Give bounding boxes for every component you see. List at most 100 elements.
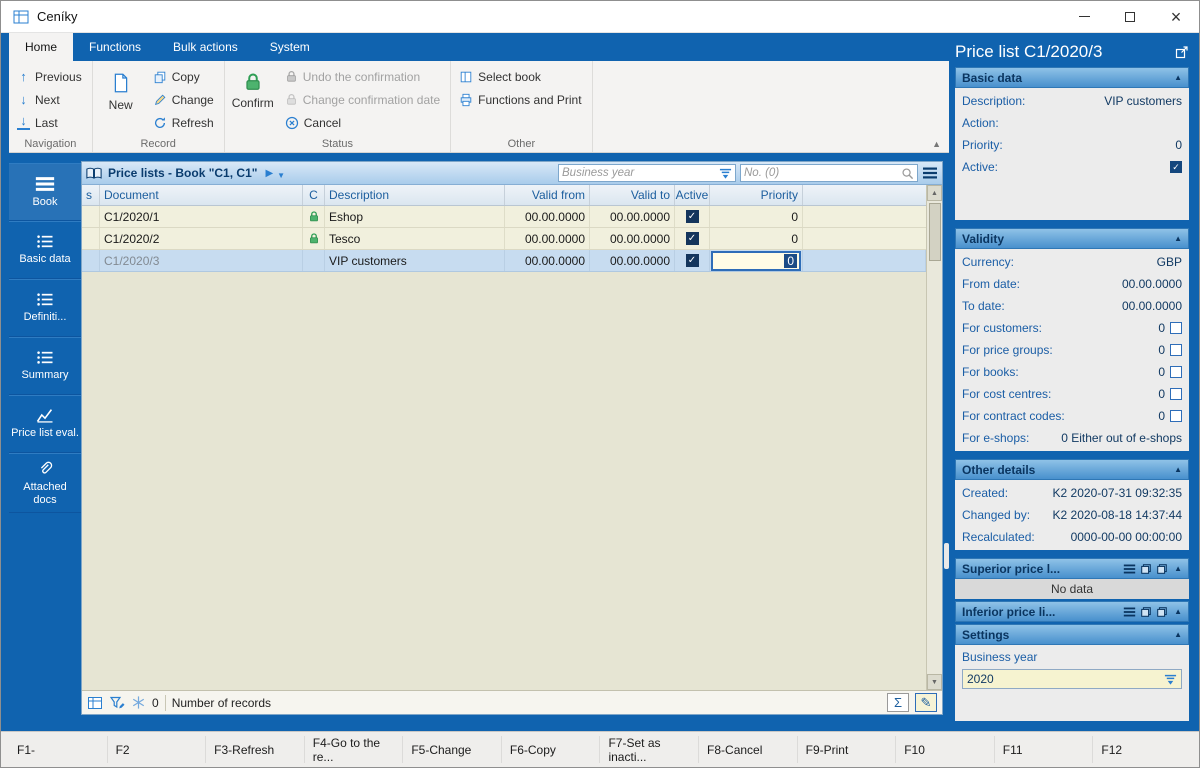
fn-key-f5[interactable]: F5-Change bbox=[403, 736, 502, 763]
fn-key-f12[interactable]: F12 bbox=[1093, 736, 1191, 763]
sidebar-item-price-list-eval[interactable]: Price list eval. bbox=[9, 395, 81, 453]
business-year-input[interactable] bbox=[562, 167, 716, 179]
ribbon-collapse-chevron[interactable]: ▲ bbox=[932, 139, 941, 149]
column-header-valid-from[interactable]: Valid from bbox=[505, 185, 590, 205]
chevron-up-icon[interactable]: ▲ bbox=[1174, 607, 1182, 616]
fn-key-f7[interactable]: F7-Set as inacti... bbox=[600, 736, 700, 764]
chevron-up-icon[interactable]: ▲ bbox=[1174, 234, 1182, 243]
column-header-s[interactable]: s bbox=[82, 185, 100, 205]
sidebar-item-attached-docs[interactable]: Attached docs bbox=[9, 453, 81, 514]
section-header-basic-data[interactable]: Basic data ▲ bbox=[955, 67, 1189, 88]
priority-cell-editing[interactable]: 0 bbox=[710, 250, 803, 271]
confirm-button[interactable]: Confirm bbox=[227, 65, 279, 136]
sidebar-item-book[interactable]: Book bbox=[9, 163, 81, 221]
tab-bulk-actions[interactable]: Bulk actions bbox=[157, 33, 254, 61]
undock-icon[interactable] bbox=[1175, 45, 1189, 59]
section-header-settings[interactable]: Settings ▲ bbox=[955, 624, 1189, 645]
scroll-up-button[interactable]: ▲ bbox=[927, 185, 942, 201]
copy-button[interactable]: Copy bbox=[147, 65, 222, 88]
snowflake-icon[interactable] bbox=[131, 695, 146, 710]
tab-functions[interactable]: Functions bbox=[73, 33, 157, 61]
fn-key-f10[interactable]: F10 bbox=[896, 736, 995, 763]
scroll-down-button[interactable]: ▼ bbox=[927, 674, 942, 690]
active-checkbox[interactable] bbox=[685, 254, 699, 267]
active-checkbox[interactable] bbox=[685, 232, 699, 245]
change-confirmation-date-button[interactable]: Change confirmation date bbox=[279, 88, 448, 111]
browse-view-icon[interactable] bbox=[87, 695, 103, 711]
magnifier-icon[interactable] bbox=[901, 167, 914, 180]
hamburger-icon[interactable] bbox=[922, 167, 938, 179]
column-header-confirmed[interactable]: C bbox=[303, 185, 325, 205]
table-row[interactable]: C1/2020/2 Tesco 00.00.0000 00.00.0000 0 bbox=[82, 228, 926, 250]
sidebar-item-summary[interactable]: Summary bbox=[9, 337, 81, 395]
tab-home[interactable]: Home bbox=[9, 33, 74, 61]
fn-key-f2[interactable]: F2 bbox=[108, 736, 207, 763]
hamburger-icon[interactable] bbox=[1123, 564, 1136, 574]
for-customers-checkbox[interactable] bbox=[1170, 322, 1182, 334]
copy-icon[interactable] bbox=[1140, 563, 1152, 575]
business-year-select[interactable]: 2020 bbox=[962, 669, 1182, 689]
sidebar-item-basic-data[interactable]: Basic data bbox=[9, 221, 81, 279]
previous-button[interactable]: ↑ Previous bbox=[11, 65, 90, 88]
section-header-validity[interactable]: Validity ▲ bbox=[955, 228, 1189, 249]
cancel-button[interactable]: Cancel bbox=[279, 111, 448, 134]
copy-icon[interactable] bbox=[1156, 563, 1168, 575]
section-header-superior[interactable]: Superior price l... ▲ bbox=[955, 558, 1189, 579]
new-button[interactable]: New bbox=[95, 65, 147, 136]
select-book-button[interactable]: Select book bbox=[453, 65, 589, 88]
for-contract-codes-checkbox[interactable] bbox=[1170, 410, 1182, 422]
column-header-document[interactable]: Document bbox=[100, 185, 303, 205]
fn-key-f6[interactable]: F6-Copy bbox=[502, 736, 601, 763]
active-checkbox[interactable] bbox=[685, 210, 699, 223]
business-year-filter[interactable] bbox=[558, 164, 736, 182]
close-button[interactable]: × bbox=[1153, 1, 1199, 32]
column-header-active[interactable]: Active bbox=[675, 185, 710, 205]
table-row[interactable]: C1/2020/1 Eshop 00.00.0000 00.00.0000 0 bbox=[82, 206, 926, 228]
number-filter[interactable] bbox=[740, 164, 918, 182]
fn-key-f1[interactable]: F1- bbox=[9, 736, 108, 763]
play-icon[interactable]: ▶ bbox=[265, 168, 273, 179]
chevron-up-icon[interactable]: ▲ bbox=[1174, 73, 1182, 82]
table-row-selected[interactable]: C1/2020/3 VIP customers 00.00.0000 00.00… bbox=[82, 250, 926, 272]
last-button[interactable]: ↓ Last bbox=[11, 111, 90, 134]
maximize-button[interactable] bbox=[1107, 1, 1153, 32]
next-button[interactable]: ↓ Next bbox=[11, 88, 90, 111]
caret-down-icon[interactable]: ▼ bbox=[277, 171, 285, 180]
hamburger-icon[interactable] bbox=[1123, 607, 1136, 617]
scrollbar-thumb[interactable] bbox=[928, 203, 941, 261]
chevron-up-icon[interactable]: ▲ bbox=[1174, 564, 1182, 573]
copy-icon[interactable] bbox=[1140, 606, 1152, 618]
for-books-checkbox[interactable] bbox=[1170, 366, 1182, 378]
chevron-up-icon[interactable]: ▲ bbox=[1174, 630, 1182, 639]
filter-dropdown-icon[interactable] bbox=[1164, 673, 1177, 686]
tab-system[interactable]: System bbox=[254, 33, 326, 61]
for-cost-centres-checkbox[interactable] bbox=[1170, 388, 1182, 400]
vertical-scrollbar[interactable]: ▲ ▼ bbox=[926, 185, 942, 690]
section-header-inferior[interactable]: Inferior price li... ▲ bbox=[955, 601, 1189, 622]
sum-button[interactable]: Σ bbox=[887, 693, 909, 712]
column-header-valid-to[interactable]: Valid to bbox=[590, 185, 675, 205]
refresh-button[interactable]: Refresh bbox=[147, 111, 222, 134]
fn-key-f9[interactable]: F9-Print bbox=[798, 736, 897, 763]
edit-mode-indicator[interactable]: ✎ bbox=[915, 693, 937, 712]
column-header-description[interactable]: Description bbox=[325, 185, 505, 205]
fn-key-f4[interactable]: F4-Go to the re... bbox=[305, 736, 404, 764]
number-input[interactable] bbox=[744, 167, 898, 179]
copy-icon[interactable] bbox=[1156, 606, 1168, 618]
fn-key-f3[interactable]: F3-Refresh bbox=[206, 736, 305, 763]
minimize-button[interactable] bbox=[1061, 1, 1107, 32]
chevron-up-icon[interactable]: ▲ bbox=[1174, 465, 1182, 474]
for-price-groups-checkbox[interactable] bbox=[1170, 344, 1182, 356]
sidebar-item-definitions[interactable]: Definiti... bbox=[9, 279, 81, 337]
column-header-priority[interactable]: Priority bbox=[710, 185, 803, 205]
priority-edit-input[interactable]: 0 bbox=[711, 250, 801, 271]
undo-confirmation-button[interactable]: Undo the confirmation bbox=[279, 65, 448, 88]
active-checkbox[interactable] bbox=[1170, 161, 1182, 173]
section-header-other-details[interactable]: Other details ▲ bbox=[955, 459, 1189, 480]
change-button[interactable]: Change bbox=[147, 88, 222, 111]
functions-print-button[interactable]: Functions and Print bbox=[453, 88, 589, 111]
fn-key-f11[interactable]: F11 bbox=[995, 736, 1094, 763]
fn-key-f8[interactable]: F8-Cancel bbox=[699, 736, 798, 763]
filter-edit-icon[interactable] bbox=[109, 695, 125, 711]
filter-dropdown-icon[interactable] bbox=[719, 167, 732, 180]
